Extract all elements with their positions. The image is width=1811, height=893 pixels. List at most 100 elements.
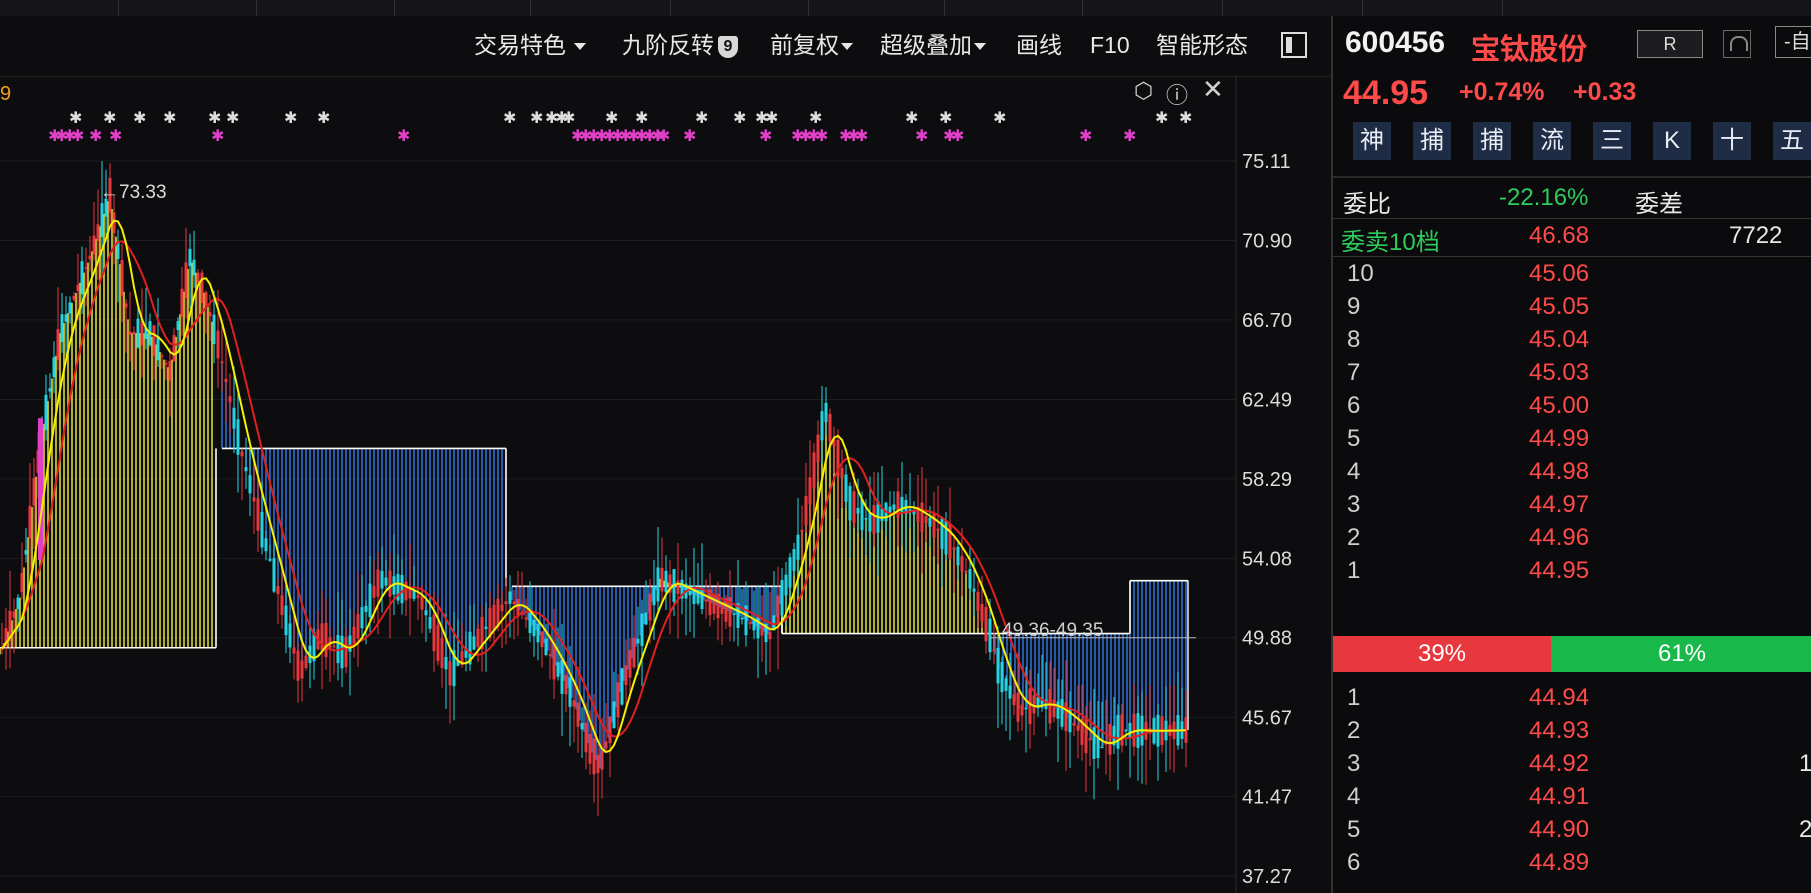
ask-row[interactable]: 5 44.99 36 — [1333, 425, 1811, 458]
top-tab[interactable] — [530, 0, 671, 16]
candle-body — [268, 558, 272, 561]
candle-body — [552, 644, 556, 680]
candle-body — [284, 605, 288, 636]
top-tab[interactable] — [944, 0, 1083, 16]
f10-button[interactable]: F10 — [1090, 30, 1130, 60]
candle-body — [192, 259, 196, 276]
candle-body — [216, 330, 220, 359]
candle-body — [628, 649, 632, 678]
candle-body — [24, 550, 28, 555]
signal-star: ✱ — [133, 110, 146, 127]
candle-body — [208, 312, 212, 317]
quick-button-k[interactable]: K — [1653, 122, 1691, 160]
adjust-menu[interactable]: 前复权 — [770, 30, 853, 60]
candle-body — [704, 599, 708, 602]
top-tab[interactable] — [808, 0, 945, 16]
quick-button-wu[interactable]: 五 — [1773, 122, 1811, 160]
candle-body — [188, 248, 192, 267]
smart-pattern-button[interactable]: 智能形态 — [1156, 30, 1248, 60]
ask-row[interactable]: 9 45.05 21 — [1333, 293, 1811, 326]
candle-body — [276, 586, 280, 595]
ask-price: 45.00 — [1529, 392, 1590, 419]
signal-star: ✱ — [503, 110, 516, 127]
ask-vol: 36 — [1759, 524, 1811, 552]
candle-body — [612, 701, 616, 729]
ask-row[interactable]: 8 45.04 26 — [1333, 326, 1811, 359]
candle-body — [152, 325, 156, 356]
candle-body — [124, 303, 128, 308]
bid-row[interactable]: 6 44.89 12 — [1333, 849, 1811, 882]
candle-body — [788, 557, 792, 588]
panel-toggle-icon[interactable] — [1281, 32, 1307, 58]
candle-body — [164, 362, 168, 365]
quick-button-liu[interactable]: 流 — [1533, 122, 1571, 160]
candle-body — [416, 595, 420, 599]
quick-button-bu-2[interactable]: 捕 — [1473, 122, 1511, 160]
badge-nine-icon: 9 — [718, 35, 738, 58]
overlay-menu[interactable]: 超级叠加 — [880, 30, 986, 60]
nine-reversal-button[interactable]: 九阶反转 9 — [622, 30, 738, 60]
top-tab[interactable] — [256, 0, 395, 16]
bid-row[interactable]: 5 44.90 245 — [1333, 816, 1811, 849]
candle-body — [712, 594, 716, 614]
ask-vol: 25 — [1759, 491, 1811, 519]
candle-body — [808, 477, 812, 504]
candle-body — [888, 506, 892, 513]
top-tab[interactable] — [1082, 0, 1223, 16]
add-self-button[interactable]: -自 — [1775, 26, 1811, 58]
top-tab[interactable] — [1362, 0, 1503, 16]
bid-row[interactable]: 2 44.93 10 — [1333, 717, 1811, 750]
sell-ratio-bar: 39% — [1333, 636, 1551, 672]
top-tab[interactable] — [394, 0, 531, 16]
candle-body — [436, 625, 440, 662]
candle-body — [264, 538, 268, 552]
y-tick-label: 37.27 — [1242, 866, 1292, 888]
ask-row[interactable]: 3 44.97 25 — [1333, 491, 1811, 524]
ask-row[interactable]: 6 45.00 36 — [1333, 392, 1811, 425]
ratio-label: 委比 — [1343, 191, 1391, 218]
top-tab[interactable] — [0, 0, 119, 16]
candle-body — [168, 361, 172, 381]
candle-body — [600, 750, 604, 770]
quick-button-shen[interactable]: 神 — [1353, 122, 1391, 160]
quick-button-bu[interactable]: 捕 — [1413, 122, 1451, 160]
ask-row[interactable]: 2 44.96 36 — [1333, 524, 1811, 557]
ask-row[interactable]: 4 44.98 10 — [1333, 458, 1811, 491]
ask-row[interactable]: 10 45.06 24 — [1333, 260, 1811, 293]
ask-row[interactable]: 1 44.95 54 — [1333, 557, 1811, 590]
ask-row[interactable]: 7 45.03 44 — [1333, 359, 1811, 392]
bid-row[interactable]: 3 44.92 145 — [1333, 750, 1811, 783]
y-tick-label: 70.90 — [1242, 231, 1292, 253]
candle-body — [272, 558, 276, 592]
buy-ratio-bar: 61% — [1551, 636, 1811, 672]
top-tab-strip[interactable] — [0, 0, 1811, 17]
candle-body — [1120, 714, 1124, 746]
candle-body — [376, 569, 380, 597]
bid-row[interactable]: 1 44.94 60 — [1333, 684, 1811, 717]
trade-feature-menu[interactable]: 交易特色 — [474, 30, 586, 60]
top-tab[interactable] — [118, 0, 257, 16]
candle-body — [828, 413, 832, 442]
alert-bell-icon[interactable] — [1723, 30, 1751, 58]
quick-button-san[interactable]: 三 — [1593, 122, 1631, 160]
signal-pink: ✱ — [397, 128, 410, 145]
ask-price: 44.98 — [1529, 458, 1590, 485]
draw-line-button[interactable]: 画线 — [1016, 30, 1062, 60]
signal-pink: ✱ — [1079, 128, 1092, 145]
candle-body — [740, 617, 744, 620]
candlestick-chart[interactable]: 75.11 70.90 66.70 62.49 58.29 54.08 49.88 45.67… — [0, 76, 1331, 893]
top-tab[interactable] — [670, 0, 809, 16]
candle-body — [224, 378, 228, 382]
bid-row[interactable]: 4 44.91 53 — [1333, 783, 1811, 816]
candle-body — [964, 570, 968, 573]
candle-body — [688, 590, 692, 596]
top-tab[interactable] — [1222, 0, 1363, 16]
candle-body — [88, 255, 92, 260]
candle-body — [360, 607, 364, 629]
candle-body — [492, 604, 496, 631]
ask-level: 6 — [1347, 392, 1361, 419]
candle-body — [16, 597, 20, 610]
quick-button-shi[interactable]: 十 — [1713, 122, 1751, 160]
candle-body — [508, 591, 512, 604]
r-button[interactable]: R — [1637, 30, 1703, 58]
